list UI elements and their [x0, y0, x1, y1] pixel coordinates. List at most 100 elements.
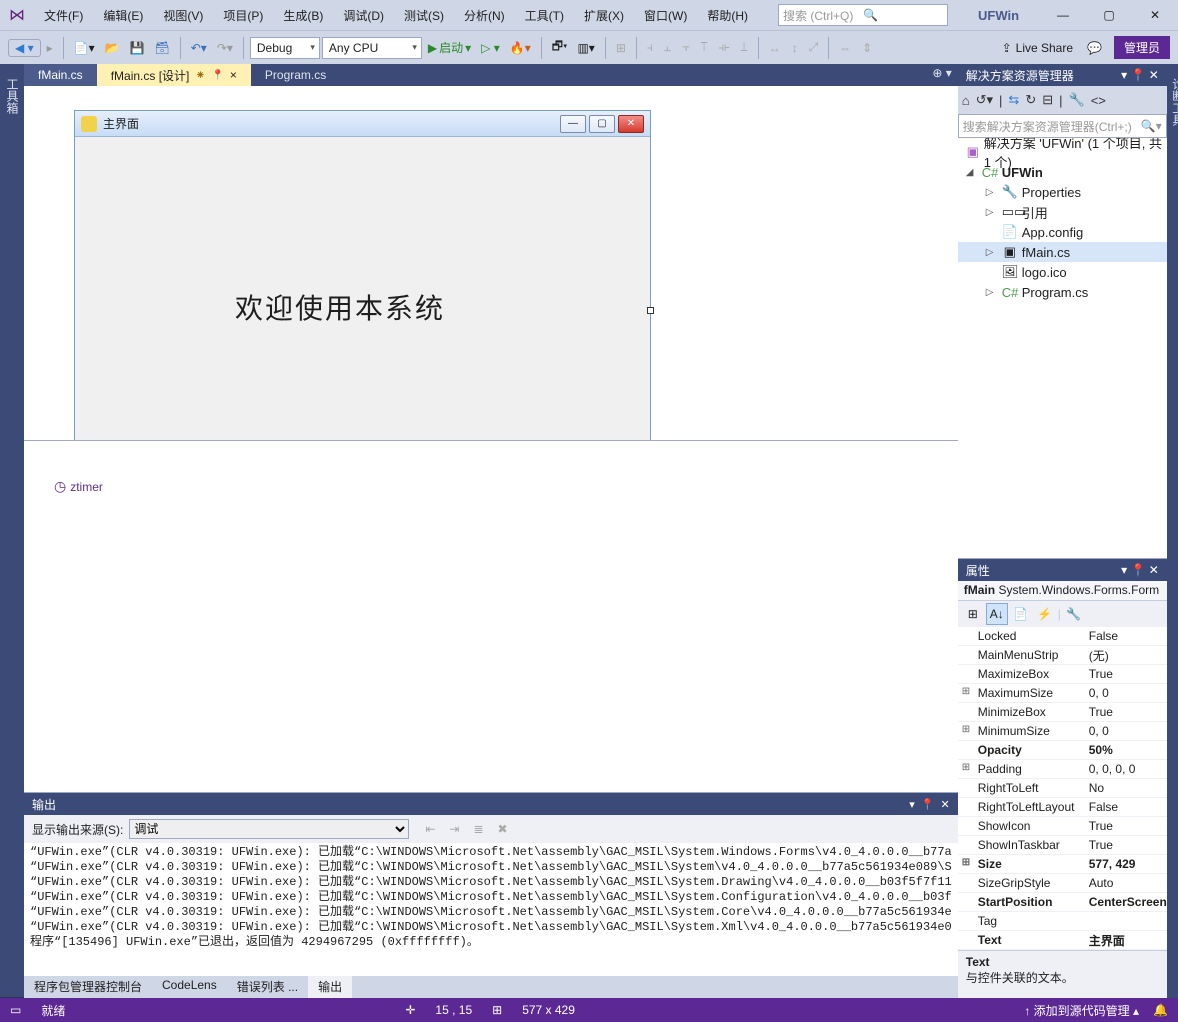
notifications-icon[interactable]: 🔔 — [1153, 1003, 1168, 1017]
align-top-icon[interactable]: ⟙ — [696, 38, 711, 57]
properties-grid[interactable]: LockedFalseMainMenuStrip(无)MaximizeBoxTr… — [958, 627, 1167, 950]
output-source-dropdown[interactable]: 调试 — [129, 819, 409, 839]
prop-row-MaximumSize[interactable]: MaximumSize0, 0 — [958, 684, 1167, 703]
minimize-button[interactable]: — — [1040, 0, 1086, 30]
output-outdent-icon[interactable]: ⇥ — [445, 820, 463, 838]
tab-output[interactable]: 输出 — [308, 976, 352, 998]
properties-selector[interactable]: fMain System.Windows.Forms.Form — [958, 581, 1167, 601]
solution-tree[interactable]: ▣解决方案 'UFWin' (1 个项目, 共 1 个) ◢C#UFWin ▷🔧… — [958, 138, 1167, 558]
redo-button[interactable]: ↷▾ — [213, 39, 237, 57]
align-bot-icon[interactable]: ⟘ — [736, 38, 751, 57]
menu-窗口(W)[interactable]: 窗口(W) — [634, 5, 697, 27]
prop-row-MinimumSize[interactable]: MinimumSize0, 0 — [958, 722, 1167, 741]
tab-program-cs[interactable]: Program.cs — [251, 64, 340, 86]
tab-fmain-cs[interactable]: fMain.cs — [24, 64, 97, 86]
menu-项目(P)[interactable]: 项目(P) — [213, 5, 273, 27]
props-cat-icon[interactable]: ⊞ — [962, 603, 984, 625]
prop-row-RightToLeftLayout[interactable]: RightToLeftLayoutFalse — [958, 798, 1167, 817]
prop-row-Padding[interactable]: Padding0, 0, 0, 0 — [958, 760, 1167, 779]
project-node[interactable]: UFWin — [1002, 165, 1043, 180]
prop-row-Text[interactable]: Text主界面 — [958, 931, 1167, 950]
menu-调试(D)[interactable]: 调试(D) — [333, 5, 394, 27]
props-pages-icon[interactable]: 📄 — [1010, 603, 1032, 625]
prop-row-SizeGripStyle[interactable]: SizeGripStyleAuto — [958, 874, 1167, 893]
output-dropdown-icon[interactable]: ▾ — [909, 798, 915, 811]
output-clear-icon[interactable]: ✖ — [494, 820, 512, 838]
sln-collapse-icon[interactable]: ⊟ — [1042, 92, 1053, 108]
undo-button[interactable]: ↶▾ — [187, 39, 211, 57]
props-az-icon[interactable]: A↓ — [986, 603, 1008, 625]
menu-文件(F)[interactable]: 文件(F) — [34, 5, 93, 27]
feedback-icon[interactable]: 💬 — [1087, 41, 1102, 55]
align-center-icon[interactable]: ⫠ — [660, 38, 675, 57]
menu-生成(B)[interactable]: 生成(B) — [273, 5, 333, 27]
source-control-button[interactable]: ↑ 添加到源代码管理 ▴ — [1024, 1002, 1139, 1019]
prop-row-Locked[interactable]: LockedFalse — [958, 627, 1167, 646]
open-button[interactable]: 📂 — [101, 39, 124, 57]
maximize-button[interactable]: ▢ — [1086, 0, 1132, 30]
designer-surface[interactable]: 主界面 — ▢ ✕ 欢迎使用本系统 ztimer — [24, 86, 958, 792]
menu-视图(V)[interactable]: 视图(V) — [153, 5, 213, 27]
prop-row-Size[interactable]: Size577, 429 — [958, 855, 1167, 874]
props-wrench-icon[interactable]: 🔧 — [1063, 603, 1085, 625]
align-grid-icon[interactable]: ⊞ — [612, 39, 630, 57]
start-noDebug-button[interactable]: ▷ ▾ — [477, 39, 504, 57]
tree-program[interactable]: Program.cs — [1022, 285, 1088, 300]
output-wrap-icon[interactable]: ≣ — [469, 820, 487, 838]
diagnostics-tab[interactable]: 诊断工具 — [1167, 72, 1178, 998]
prop-row-StartPosition[interactable]: StartPositionCenterScreen — [958, 893, 1167, 912]
dock-button[interactable]: ▥▾ — [573, 39, 598, 57]
new-item-button[interactable]: 📄▾ — [70, 39, 99, 57]
sln-sync-icon[interactable]: ⇆ — [1008, 92, 1019, 108]
save-button[interactable]: 💾 — [126, 39, 149, 57]
prop-row-ShowInTaskbar[interactable]: ShowInTaskbarTrue — [958, 836, 1167, 855]
toolbox-tab[interactable]: 工具箱 — [1, 72, 24, 998]
live-share-label[interactable]: Live Share — [1016, 41, 1073, 55]
nav-fwd-button[interactable]: ▸ — [43, 39, 57, 57]
tree-properties[interactable]: Properties — [1022, 185, 1081, 200]
prop-row-Opacity[interactable]: Opacity50% — [958, 741, 1167, 760]
solution-search[interactable]: 搜索解决方案资源管理器(Ctrl+;)🔍▾ — [958, 114, 1167, 138]
prop-row-RightToLeft[interactable]: RightToLeftNo — [958, 779, 1167, 798]
tree-references[interactable]: 引用 — [1022, 203, 1048, 222]
menu-测试(S)[interactable]: 测试(S) — [394, 5, 454, 27]
align-mid-icon[interactable]: ⟛ — [715, 38, 734, 57]
size-h-icon[interactable]: ↕ — [788, 38, 802, 57]
tab-overflow-icon[interactable]: ⊕ ▾ — [926, 64, 957, 86]
hspace-icon[interactable]: ⇔ — [835, 39, 855, 57]
size-both-icon[interactable]: ⤢ — [805, 38, 823, 57]
size-w-icon[interactable]: ↔ — [765, 38, 785, 57]
prop-row-MinimizeBox[interactable]: MinimizeBoxTrue — [958, 703, 1167, 722]
tree-fmain[interactable]: fMain.cs — [1022, 245, 1070, 260]
menu-扩展(X)[interactable]: 扩展(X) — [574, 5, 634, 27]
start-button[interactable]: ▶ 启动 ▾ — [424, 37, 475, 58]
prop-row-MainMenuStrip[interactable]: MainMenuStrip(无) — [958, 646, 1167, 665]
menu-分析(N)[interactable]: 分析(N) — [454, 5, 515, 27]
sln-refresh-icon[interactable]: ↻ — [1025, 92, 1036, 108]
tab-pkg-console[interactable]: 程序包管理器控制台 — [24, 976, 152, 998]
config-dropdown[interactable]: Debug — [250, 37, 320, 59]
sln-home-icon[interactable]: ⌂ — [962, 93, 970, 108]
sln-props-icon[interactable]: 🔧 — [1069, 92, 1085, 108]
tab-fmain-design[interactable]: fMain.cs [设计] ⁕ 📍 × — [97, 64, 251, 86]
menu-工具(T)[interactable]: 工具(T) — [515, 5, 574, 27]
props-events-icon[interactable]: ⚡ — [1034, 603, 1056, 625]
tree-appconfig[interactable]: App.config — [1022, 225, 1083, 240]
save-all-button[interactable]: 🗃 — [151, 39, 174, 57]
close-tab-icon[interactable]: × — [230, 68, 237, 82]
sln-showall-icon[interactable]: <> — [1091, 93, 1106, 108]
timer-component[interactable]: ztimer — [70, 480, 103, 494]
output-pin-icon[interactable]: 📍 — [921, 798, 935, 811]
sln-toggle-icon[interactable]: ↺▾ — [976, 92, 993, 108]
close-button[interactable]: ✕ — [1132, 0, 1178, 30]
platform-dropdown[interactable]: Any CPU — [322, 37, 422, 59]
align-right-icon[interactable]: ⫟ — [678, 38, 693, 57]
welcome-label[interactable]: 欢迎使用本系统 — [235, 287, 445, 327]
tab-codelens[interactable]: CodeLens — [152, 976, 227, 998]
hot-reload-button[interactable]: 🔥▾ — [506, 39, 535, 57]
output-body[interactable]: “UFWin.exe”(CLR v4.0.30319: UFWin.exe): … — [24, 843, 958, 976]
menu-帮助(H)[interactable]: 帮助(H) — [697, 5, 758, 27]
pin-icon[interactable]: 📍 — [211, 70, 223, 81]
search-box[interactable]: 搜索 (Ctrl+Q) 🔍 — [778, 4, 948, 26]
vspace-icon[interactable]: ⇕ — [858, 39, 876, 57]
